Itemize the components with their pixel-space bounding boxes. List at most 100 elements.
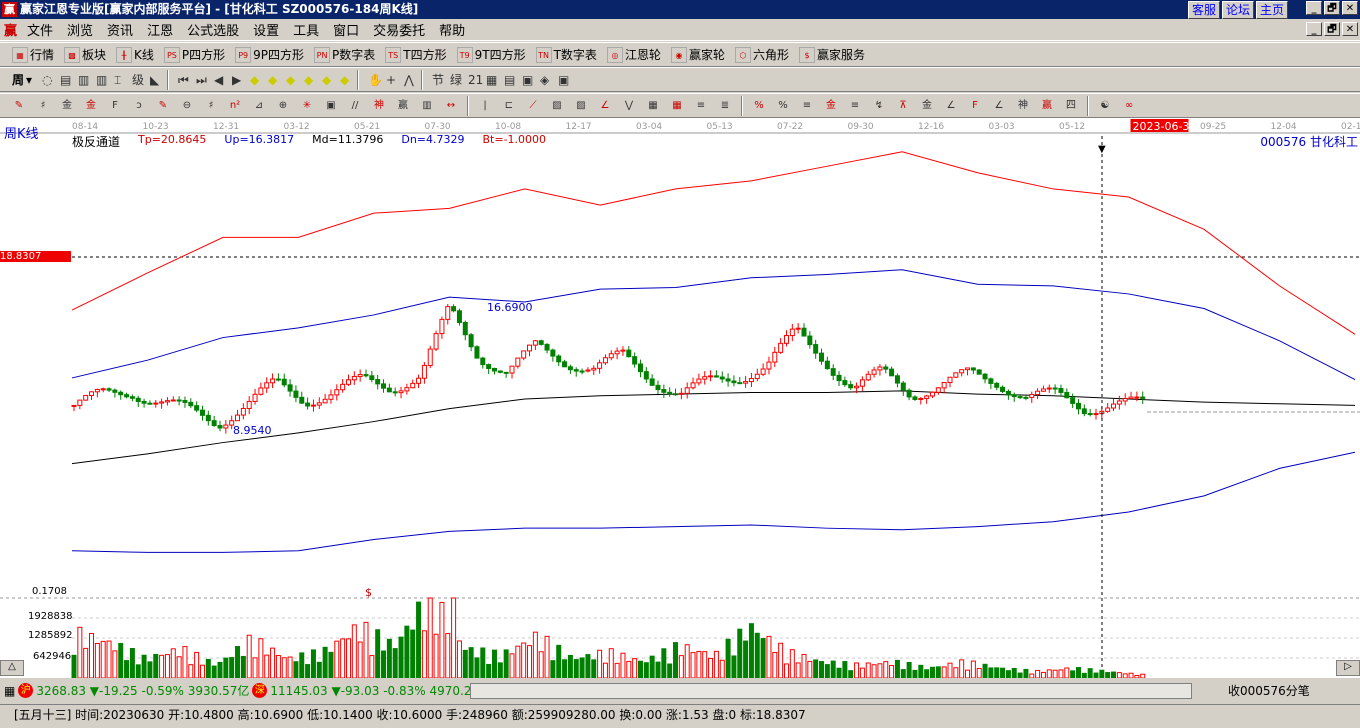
toolbar-button[interactable]: TN T数字表 [532, 46, 601, 63]
kline-chart[interactable]: 08-14 10-23 12-31 03-12 05-21 07-30 10-08 12-17… [0, 118, 1360, 678]
scroll-left-button[interactable]: △ [0, 660, 24, 676]
draw-tool-icon[interactable]: 金 [919, 98, 935, 114]
toolbar-button[interactable]: $ 赢家服务 [795, 46, 869, 63]
tool-icon[interactable]: ◆ [300, 72, 316, 88]
tool-icon[interactable]: ⏮ [174, 72, 190, 88]
tool-icon[interactable]: ▶ [228, 72, 244, 88]
tool-icon[interactable]: ⋀ [400, 72, 416, 88]
tool-icon[interactable]: ▤ [56, 72, 72, 88]
tool-icon[interactable]: ▥ [74, 72, 90, 88]
toolbar-button[interactable]: ⬡ 六角形 [731, 46, 793, 63]
toolbar-button[interactable]: ◉ 赢家轮 [667, 46, 729, 63]
draw-tool-icon[interactable]: 赢 [1039, 98, 1055, 114]
draw-tool-icon[interactable]: F [967, 98, 983, 114]
draw-tool-icon[interactable]: ▨ [573, 98, 589, 114]
toolbar-button[interactable]: P9 9P四方形 [231, 46, 308, 63]
draw-tool-icon[interactable]: ≡ [847, 98, 863, 114]
tool-icon[interactable]: ◆ [246, 72, 262, 88]
draw-tool-icon[interactable]: ≣ [717, 98, 733, 114]
draw-tool-icon[interactable]: ⊿ [251, 98, 267, 114]
draw-tool-icon[interactable]: % [751, 98, 767, 114]
draw-tool-icon[interactable]: ♯ [35, 98, 51, 114]
draw-tool-icon[interactable]: 四 [1063, 98, 1079, 114]
toolbar-button[interactable]: PS P四方形 [160, 46, 229, 63]
toolbar-button[interactable]: T9 9T四方形 [453, 46, 530, 63]
tool-icon[interactable]: ◣ [146, 72, 162, 88]
menu-item[interactable]: 工具 [286, 20, 326, 39]
menu-item[interactable]: 浏览 [60, 20, 100, 39]
tool-icon[interactable]: ◆ [336, 72, 352, 88]
link-home[interactable]: 主页 [1255, 1, 1288, 19]
draw-tool-icon[interactable]: ∠ [597, 98, 613, 114]
draw-tool-icon[interactable]: ▨ [549, 98, 565, 114]
toolbar-button[interactable]: ▩ 板块 [60, 46, 110, 63]
draw-tool-icon[interactable]: ▥ [419, 98, 435, 114]
draw-tool-icon[interactable]: // [347, 98, 363, 114]
tool-icon[interactable]: ▤ [500, 72, 516, 88]
child-minimize-button[interactable]: _ [1306, 22, 1322, 36]
link-service[interactable]: 客服 [1187, 1, 1220, 19]
draw-tool-icon[interactable]: | [477, 98, 493, 114]
tool-icon[interactable]: 21 [464, 72, 483, 88]
chart-area[interactable]: 08-14 10-23 12-31 03-12 05-21 07-30 10-08 12-17… [0, 118, 1360, 678]
draw-tool-icon[interactable]: ∞ [1121, 98, 1137, 114]
calculator-icon[interactable]: ▦ [4, 684, 15, 698]
draw-tool-icon[interactable]: ↔ [443, 98, 459, 114]
draw-tool-icon[interactable]: ⋁ [621, 98, 637, 114]
period-select[interactable]: 周 ▾ [8, 71, 36, 88]
draw-tool-icon[interactable]: ∠ [943, 98, 959, 114]
draw-tool-icon[interactable]: F [107, 98, 123, 114]
draw-tool-icon[interactable]: 神 [371, 98, 387, 114]
tool-icon[interactable]: 绿 [446, 72, 462, 88]
menu-item[interactable]: 帮助 [432, 20, 472, 39]
draw-tool-icon[interactable]: ∠ [991, 98, 1007, 114]
menu-item[interactable]: 交易委托 [366, 20, 432, 39]
tick-detail[interactable]: 收000576分笔 [1228, 682, 1310, 699]
tool-icon[interactable]: ⏭ [192, 72, 208, 88]
draw-tool-icon[interactable]: 赢 [395, 98, 411, 114]
draw-tool-icon[interactable]: ≡ [693, 98, 709, 114]
tool-icon[interactable]: ▣ [554, 72, 570, 88]
toolbar-button[interactable]: PN P数字表 [310, 46, 379, 63]
tool-icon[interactable]: + [382, 72, 398, 88]
draw-tool-icon[interactable]: ☯ [1097, 98, 1113, 114]
draw-tool-icon[interactable]: 神 [1015, 98, 1031, 114]
draw-tool-icon[interactable]: ♯ [203, 98, 219, 114]
child-close-button[interactable]: ✕ [1342, 22, 1358, 36]
menu-item[interactable]: 资讯 [100, 20, 140, 39]
link-forum[interactable]: 论坛 [1221, 1, 1254, 19]
tool-icon[interactable]: ✋ [364, 72, 383, 88]
tool-icon[interactable]: ◆ [264, 72, 280, 88]
tool-icon[interactable]: 级 [128, 72, 144, 88]
child-restore-button[interactable]: 🗗 [1324, 22, 1340, 36]
restore-button[interactable]: 🗗 [1324, 1, 1340, 15]
menu-item[interactable]: 公式选股 [180, 20, 246, 39]
tool-icon[interactable]: ◀ [210, 72, 226, 88]
draw-tool-icon[interactable]: ⟋ [525, 98, 541, 114]
draw-tool-icon[interactable]: % [775, 98, 791, 114]
draw-tool-icon[interactable]: ▣ [323, 98, 339, 114]
tool-icon[interactable]: ▣ [518, 72, 534, 88]
draw-tool-icon[interactable]: 金 [823, 98, 839, 114]
draw-tool-icon[interactable]: 金 [83, 98, 99, 114]
draw-tool-icon[interactable]: ✎ [11, 98, 27, 114]
menu-item[interactable]: 文件 [20, 20, 60, 39]
draw-tool-icon[interactable]: 金 [59, 98, 75, 114]
draw-tool-icon[interactable]: ▦ [645, 98, 661, 114]
draw-tool-icon[interactable]: ⊖ [179, 98, 195, 114]
tool-icon[interactable]: ▦ [482, 72, 498, 88]
tool-icon[interactable]: ◌ [38, 72, 54, 88]
menu-item[interactable]: 江恩 [140, 20, 180, 39]
tool-icon[interactable]: ◈ [536, 72, 552, 88]
draw-tool-icon[interactable]: ⊏ [501, 98, 517, 114]
draw-tool-icon[interactable]: ⊼ [895, 98, 911, 114]
close-button[interactable]: ✕ [1342, 1, 1358, 15]
toolbar-button[interactable]: ◎ 江恩轮 [603, 46, 665, 63]
menu-item[interactable]: 设置 [246, 20, 286, 39]
toolbar-button[interactable]: TS T四方形 [381, 46, 450, 63]
scroll-right-button[interactable]: ▷ [1336, 660, 1360, 676]
draw-tool-icon[interactable]: ↯ [871, 98, 887, 114]
draw-tool-icon[interactable]: ✳ [299, 98, 315, 114]
toolbar-button[interactable]: ▦ 行情 [8, 46, 58, 63]
tool-icon[interactable]: ⌶ [110, 72, 126, 88]
